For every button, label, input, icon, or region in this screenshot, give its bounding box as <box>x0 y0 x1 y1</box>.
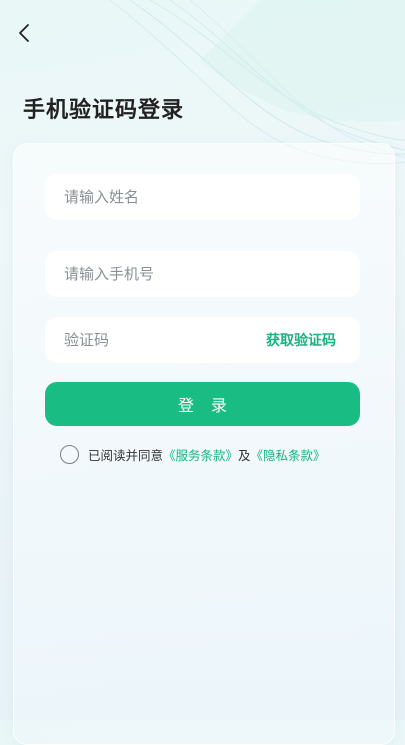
agreement-and: 及 <box>238 448 251 463</box>
phone-field[interactable] <box>45 251 360 297</box>
agreement-prefix: 已阅读并同意 <box>88 448 164 463</box>
login-form-card <box>13 143 395 745</box>
login-button[interactable]: 登 录 <box>45 382 360 426</box>
phone-input[interactable] <box>64 265 341 283</box>
agreement-checkbox[interactable] <box>60 445 79 464</box>
agreement-row: 已阅读并同意 《服务条款》 及 《隐私条款》 <box>60 445 326 464</box>
service-terms-link[interactable]: 《服务条款》 <box>163 445 238 464</box>
privacy-terms-link[interactable]: 《隐私条款》 <box>251 445 326 464</box>
page-title: 手机验证码登录 <box>23 98 185 123</box>
verification-code-field[interactable]: 获取验证码 <box>45 317 360 363</box>
verification-code-input[interactable] <box>64 331 266 349</box>
back-button[interactable] <box>10 18 38 48</box>
name-field[interactable] <box>45 174 360 220</box>
chevron-left-icon <box>19 24 29 42</box>
name-input[interactable] <box>64 188 341 206</box>
get-code-button[interactable]: 获取验证码 <box>266 330 336 350</box>
